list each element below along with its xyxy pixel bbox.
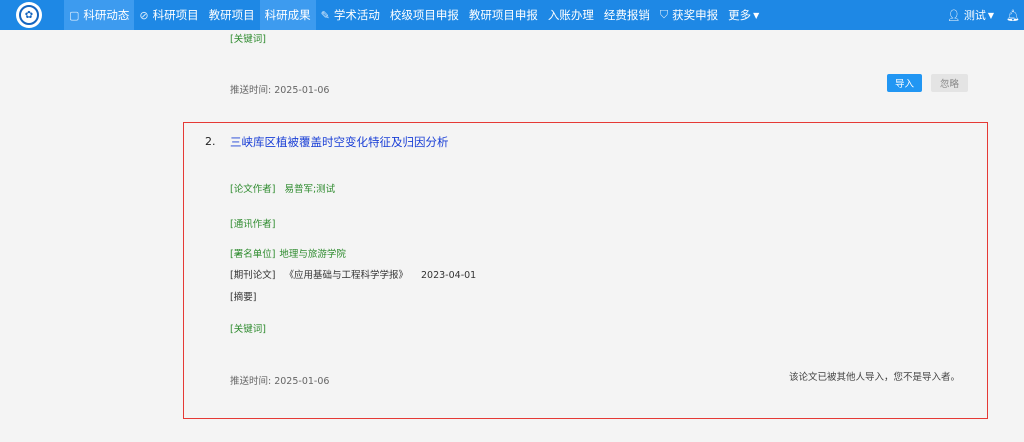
abstract-label: [摘要] xyxy=(230,292,257,303)
user-menu[interactable]: 👤︎ 测试 ▼ xyxy=(947,7,994,23)
nav-item-9[interactable]: ⛉ 获奖申报 xyxy=(655,0,723,30)
user-icon: 👤︎ xyxy=(946,8,961,22)
affiliation-label: [署名单位] xyxy=(230,249,276,260)
paper-title-link[interactable]: 三峡库区植被覆盖时空变化特征及归因分析 xyxy=(230,134,449,150)
prev-keywords-label: [关键词] xyxy=(230,34,266,45)
import-button[interactable]: 导入 xyxy=(887,74,922,92)
nav-item-3[interactable]: 科研成果 xyxy=(259,0,316,30)
nav-item-10[interactable]: 更多 ▼ xyxy=(723,0,764,30)
document-icon: ▢ xyxy=(69,8,80,22)
nav-item-label: 教研项目 xyxy=(208,8,255,22)
publish-date: 2023-04-01 xyxy=(421,270,477,281)
nav-item-4[interactable]: ✎ 学术活动 xyxy=(316,0,385,30)
journal-row: [期刊论文] 《应用基础与工程科学学报》 2023-04-01 xyxy=(230,267,476,281)
journal-name: 《应用基础与工程科学学报》 xyxy=(284,270,408,281)
affiliation-value: 地理与旅游学院 xyxy=(279,249,346,260)
nav-item-label: 校级项目申报 xyxy=(389,8,459,22)
nav-item-label: 更多 xyxy=(728,8,752,22)
keywords-label: [关键词] xyxy=(230,324,266,335)
nav-item-label: 入账办理 xyxy=(547,8,594,22)
edit-icon: ✎ xyxy=(320,8,330,22)
corresponding-author-label: [通讯作者] xyxy=(230,219,276,230)
author-row: [论文作者] 易普军;测试 xyxy=(230,181,335,195)
nav-item-label: 获奖申报 xyxy=(672,8,719,22)
nav-item-8[interactable]: 经费报销 xyxy=(599,0,655,30)
user-name: 测试 xyxy=(963,9,986,22)
compass-icon: ⊘ xyxy=(139,8,149,22)
nav-right: 👤︎ 测试 ▼ 🔔︎ xyxy=(947,0,1024,30)
top-navbar: ✿ ▢ 科研动态 ⊘ 科研项目 教研项目 科研成果 ✎ 学术活动 校级项目申报 教研项目申报 入账办… xyxy=(0,0,1024,30)
nav-item-label: 科研项目 xyxy=(152,8,199,22)
author-names: 易普军;测试 xyxy=(284,184,336,195)
nav-item-label: 经费报销 xyxy=(603,8,650,22)
bell-icon[interactable]: 🔔︎ xyxy=(1006,9,1020,22)
nav-item-6[interactable]: 教研项目申报 xyxy=(464,0,543,30)
nav-item-7[interactable]: 入账办理 xyxy=(543,0,599,30)
item-number: 2. xyxy=(205,135,216,148)
ignore-button[interactable]: 忽略 xyxy=(931,74,968,92)
mortarboard-icon: ⛉ xyxy=(659,8,669,21)
nav-item-0[interactable]: ▢ 科研动态 xyxy=(64,0,135,30)
prev-push-time: 推送时间: 2025-01-06 xyxy=(230,85,330,96)
author-label: [论文作者] xyxy=(230,184,276,195)
chevron-down-icon: ▼ xyxy=(987,10,995,20)
nav-item-label: 科研成果 xyxy=(264,8,311,22)
nav-menu: ▢ 科研动态 ⊘ 科研项目 教研项目 科研成果 ✎ 学术活动 校级项目申报 教研项目申报 入账办理经… xyxy=(64,0,764,30)
nav-item-label: 科研动态 xyxy=(83,8,130,22)
chevron-down-icon: ▼ xyxy=(753,10,760,20)
affiliation-row: [署名单位] 地理与旅游学院 xyxy=(230,246,346,260)
nav-item-2[interactable]: 教研项目 xyxy=(204,0,260,30)
push-time: 推送时间: 2025-01-06 xyxy=(230,376,330,387)
import-notice: 该论文已被其他人导入，您不是导入者。 xyxy=(789,372,961,383)
journal-label: [期刊论文] xyxy=(230,270,276,281)
nav-item-1[interactable]: ⊘ 科研项目 xyxy=(134,0,203,30)
nav-item-label: 教研项目申报 xyxy=(468,8,538,22)
nav-item-label: 学术活动 xyxy=(333,8,380,22)
nav-item-5[interactable]: 校级项目申报 xyxy=(385,0,464,30)
logo-icon[interactable]: ✿ xyxy=(16,2,42,28)
